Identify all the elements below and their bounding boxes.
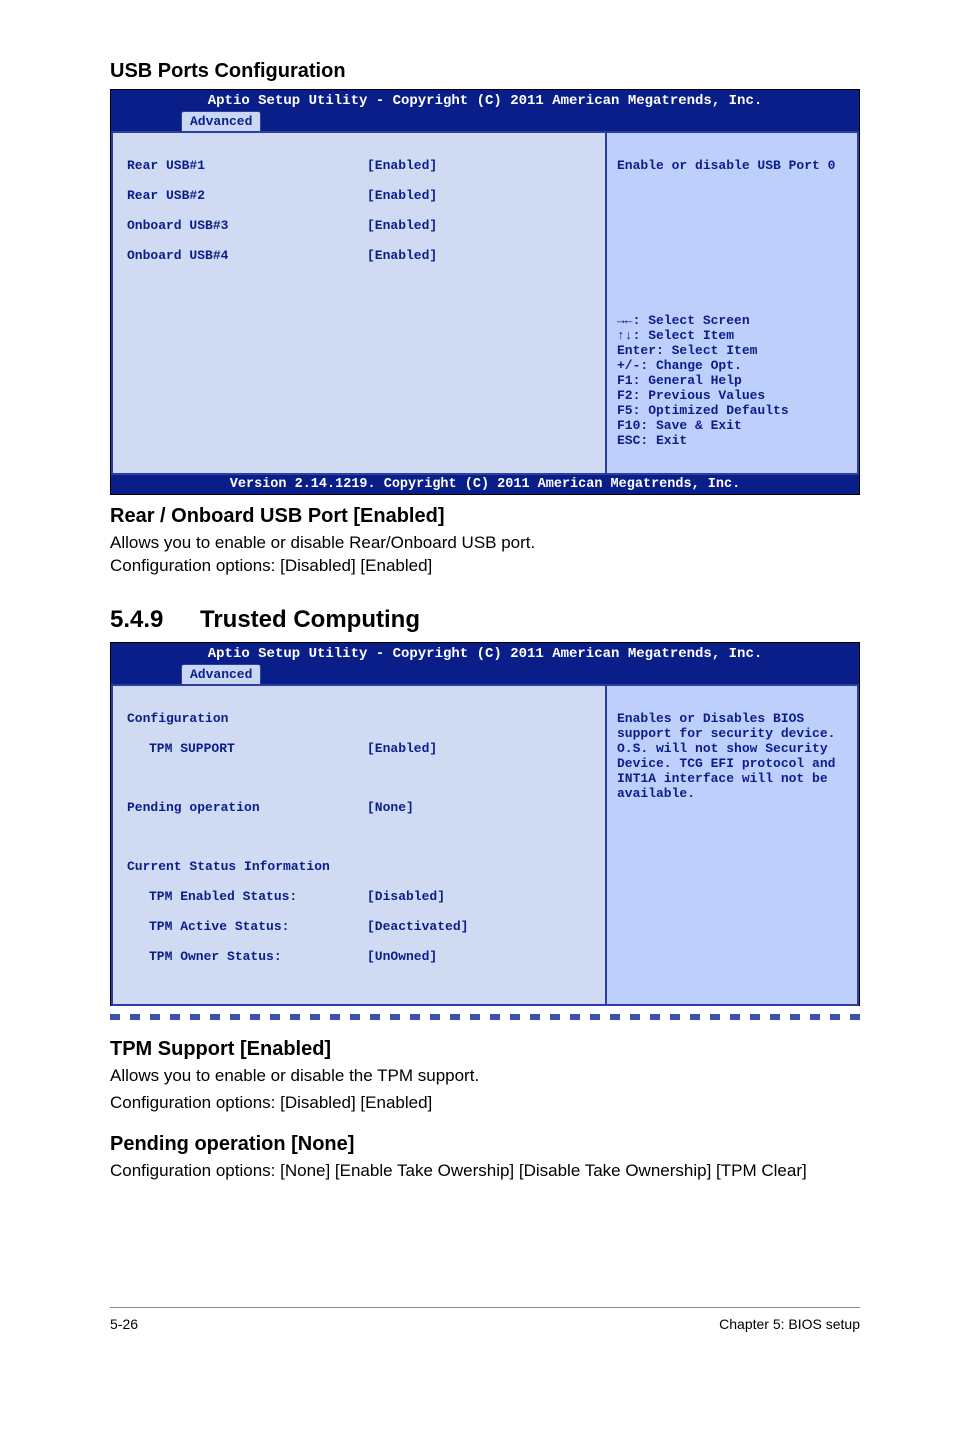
bios-version-footer: Version 2.14.1219. Copyright (C) 2011 Am… [111,475,859,494]
bios-row-tpm-support[interactable]: TPM SUPPORT[Enabled] [127,741,591,756]
bios-row-tpm-enabled-status: TPM Enabled Status:[Disabled] [127,889,591,904]
bios-settings-pane: Configuration TPM SUPPORT[Enabled] Pendi… [111,684,605,1006]
bios-row-value: [Enabled] [367,158,437,173]
bios-row-label: Pending operation [127,800,367,815]
bios-tab-advanced[interactable]: Advanced [181,664,261,684]
bios-panel-usb: Aptio Setup Utility - Copyright (C) 2011… [110,89,860,495]
bios-group-current-status: Current Status Information [127,859,591,874]
pending-operation-desc: Configuration options: [None] [Enable Ta… [110,1160,860,1183]
usb-ports-config-heading: USB Ports Configuration [110,60,860,83]
bios-row-rear-usb1[interactable]: Rear USB#1[Enabled] [127,158,591,173]
bios-row-value: [Enabled] [367,741,437,756]
bios-tab-advanced[interactable]: Advanced [181,111,261,131]
bios-panel-trusted: Aptio Setup Utility - Copyright (C) 2011… [110,642,860,1006]
chapter-label: Chapter 5: BIOS setup [719,1316,860,1332]
bios-row-label: TPM Owner Status: [127,949,367,964]
bios-row-value: [Disabled] [367,889,445,904]
bios-row-rear-usb2[interactable]: Rear USB#2[Enabled] [127,188,591,203]
bios-row-label: Onboard USB#4 [127,248,367,263]
bios-help-pane: Enable or disable USB Port 0 →←: Select … [605,131,859,475]
bios-row-tpm-owner-status: TPM Owner Status:[UnOwned] [127,949,591,964]
section-title-text: Trusted Computing [200,606,420,633]
bios-row-label: Rear USB#1 [127,158,367,173]
bios-help-pane: Enables or Disables BIOS support for sec… [605,684,859,1006]
rear-onboard-usb-heading: Rear / Onboard USB Port [Enabled] [110,505,860,528]
bios-group-configuration: Configuration [127,711,591,726]
bios-row-value: [Enabled] [367,188,437,203]
bios-titlebar: Aptio Setup Utility - Copyright (C) 2011… [111,643,859,684]
bios-row-value: [Enabled] [367,248,437,263]
bios-row-value: [Enabled] [367,218,437,233]
page-footer: 5-26 Chapter 5: BIOS setup [0,1308,954,1362]
bios-row-label: TPM Enabled Status: [127,889,367,904]
tpm-support-desc-1: Allows you to enable or disable the TPM … [110,1065,860,1088]
rear-onboard-usb-desc: Allows you to enable or disable Rear/Onb… [110,532,860,578]
bios-help-text: Enables or Disables BIOS support for sec… [617,711,847,801]
tpm-support-heading: TPM Support [Enabled] [110,1038,860,1061]
bios-row-label: TPM Active Status: [127,919,367,934]
bios-help-text: Enable or disable USB Port 0 [617,158,847,173]
bios-row-label: Rear USB#2 [127,188,367,203]
bios-row-onboard-usb3[interactable]: Onboard USB#3[Enabled] [127,218,591,233]
page-number: 5-26 [110,1316,138,1332]
bios-key-hints: →←: Select Screen ↑↓: Select Item Enter:… [617,313,847,448]
section-number: 5.4.9 [110,606,200,634]
bios-title-text: Aptio Setup Utility - Copyright (C) 2011… [111,93,859,109]
truncated-indicator [110,1014,860,1020]
trusted-computing-heading: 5.4.9Trusted Computing [110,606,860,634]
tpm-support-desc-2: Configuration options: [Disabled] [Enabl… [110,1092,860,1115]
bios-title-text: Aptio Setup Utility - Copyright (C) 2011… [111,646,859,662]
bios-group-label: Current Status Information [127,859,330,874]
bios-row-onboard-usb4[interactable]: Onboard USB#4[Enabled] [127,248,591,263]
bios-row-tpm-active-status: TPM Active Status:[Deactivated] [127,919,591,934]
bios-titlebar: Aptio Setup Utility - Copyright (C) 2011… [111,90,859,131]
bios-row-value: [UnOwned] [367,949,437,964]
bios-group-label: Configuration [127,711,367,726]
bios-row-value: [Deactivated] [367,919,468,934]
bios-row-label: TPM SUPPORT [127,741,367,756]
bios-settings-pane: Rear USB#1[Enabled] Rear USB#2[Enabled] … [111,131,605,475]
pending-operation-heading: Pending operation [None] [110,1133,860,1156]
bios-row-value: [None] [367,800,414,815]
bios-row-pending-operation[interactable]: Pending operation[None] [127,800,591,815]
bios-row-label: Onboard USB#3 [127,218,367,233]
